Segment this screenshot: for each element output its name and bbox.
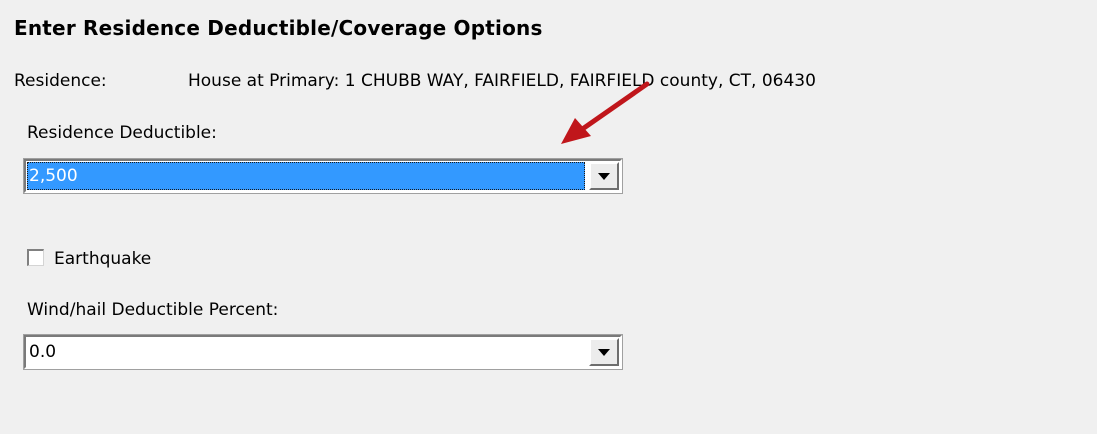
windhail-deductible-value: 0.0 [29, 342, 57, 362]
chevron-down-icon [598, 349, 610, 356]
windhail-deductible-dropdown-button[interactable] [589, 338, 619, 366]
red-arrow-icon [561, 81, 650, 144]
residence-label: Residence: [14, 71, 107, 91]
page-title: Enter Residence Deductible/Coverage Opti… [14, 16, 543, 40]
arrow-shaft [578, 81, 650, 133]
residence-deductible-select[interactable]: 2,500 [23, 158, 623, 194]
windhail-deductible-label: Wind/hail Deductible Percent: [27, 300, 279, 320]
windhail-deductible-select[interactable]: 0.0 [23, 334, 623, 370]
residence-deductible-dropdown-button[interactable] [589, 162, 619, 190]
residence-row: Residence: House at Primary: 1 CHUBB WAY,… [14, 71, 816, 91]
chevron-down-icon [598, 173, 610, 180]
earthquake-checkbox[interactable] [27, 248, 44, 266]
arrow-head [561, 118, 591, 144]
earthquake-label: Earthquake [54, 249, 152, 269]
residence-deductible-value: 2,500 [27, 162, 585, 190]
residence-deductible-label: Residence Deductible: [27, 123, 217, 143]
earthquake-option[interactable]: Earthquake [27, 248, 152, 269]
residence-value: House at Primary: 1 CHUBB WAY, FAIRFIELD… [188, 71, 816, 91]
